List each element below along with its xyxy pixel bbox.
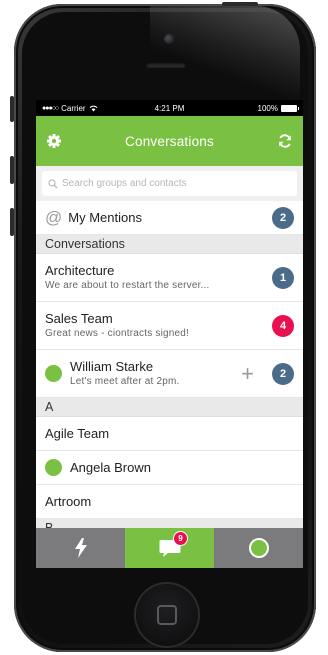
contact-row-artroom[interactable]: Artroom <box>36 485 303 519</box>
conversation-text: Sales Team Great news - ciontracts signe… <box>45 311 272 340</box>
contact-name: Angela Brown <box>70 460 151 475</box>
battery-group: 100% <box>257 103 299 113</box>
conversations-section-header: Conversations <box>36 235 303 254</box>
contact-name: Agile Team <box>45 426 110 441</box>
conversation-row-architecture[interactable]: Architecture We are about to restart the… <box>36 254 303 302</box>
conversation-text: William Starke Let's meet after at 2pm. <box>70 359 241 388</box>
search-input[interactable] <box>62 178 291 189</box>
at-icon: @ <box>45 208 63 227</box>
online-presence-icon <box>45 459 62 476</box>
conversation-name: Architecture <box>45 263 115 278</box>
app-screen: ●●●○○ Carrier 4:21 PM 100% Conversations… <box>36 100 303 568</box>
app-header: Conversations <box>36 116 303 166</box>
online-presence-icon <box>45 365 62 382</box>
search-box[interactable] <box>42 171 297 196</box>
search-icon <box>48 178 58 188</box>
conversation-preview: Great news - ciontracts signed! <box>45 328 190 339</box>
contacts-section-a: A <box>36 398 303 417</box>
tab-conversations[interactable]: 9 <box>125 528 214 568</box>
bolt-icon <box>74 538 87 558</box>
unread-count-badge: 2 <box>272 362 294 385</box>
conversation-row-sales-team[interactable]: Sales Team Great news - ciontracts signe… <box>36 302 303 350</box>
add-icon[interactable]: + <box>241 362 254 385</box>
conversation-name: Sales Team <box>45 311 113 326</box>
silent-switch <box>10 96 14 122</box>
header-title: Conversations <box>125 133 214 149</box>
mentions-count-badge: 2 <box>272 206 294 229</box>
status-bar: ●●●○○ Carrier 4:21 PM 100% <box>36 100 303 116</box>
screen-glare <box>150 6 300 102</box>
conversation-text: Architecture We are about to restart the… <box>45 263 272 292</box>
my-mentions-row[interactable]: @ My Mentions 2 <box>36 201 303 235</box>
gear-icon[interactable] <box>46 133 62 149</box>
home-square-icon <box>157 605 177 625</box>
contact-row-angela-brown[interactable]: Angela Brown <box>36 451 303 485</box>
carrier-label: Carrier <box>61 103 86 113</box>
unread-count-badge: 4 <box>272 314 294 337</box>
conversation-preview: We are about to restart the server... <box>45 280 210 291</box>
tab-unread-badge: 9 <box>173 531 188 546</box>
volume-up-button <box>10 156 14 184</box>
carrier-group: ●●●○○ Carrier <box>42 104 98 113</box>
tab-bar: 9 <box>36 528 303 568</box>
tab-activity[interactable] <box>36 528 125 568</box>
status-icon <box>248 538 269 558</box>
signal-dots-icon: ●●●○○ <box>42 104 59 112</box>
wifi-icon <box>89 105 97 111</box>
volume-down-button <box>10 208 14 236</box>
earpiece-speaker <box>146 62 186 68</box>
conversation-name: William Starke <box>70 359 154 374</box>
home-button[interactable] <box>136 584 198 646</box>
battery-icon <box>281 104 299 112</box>
tab-status[interactable] <box>214 528 303 568</box>
contact-row-agile-team[interactable]: Agile Team <box>36 417 303 451</box>
my-mentions-label: My Mentions <box>68 210 142 225</box>
conversation-preview: Let's meet after at 2pm. <box>70 376 180 387</box>
unread-count-badge: 1 <box>272 266 294 289</box>
contact-name: Artroom <box>45 494 92 509</box>
refresh-icon[interactable] <box>277 133 293 149</box>
front-camera <box>164 34 174 44</box>
battery-percent: 100% <box>257 103 278 113</box>
search-container <box>36 166 303 201</box>
conversation-row-william-starke[interactable]: William Starke Let's meet after at 2pm. … <box>36 350 303 398</box>
